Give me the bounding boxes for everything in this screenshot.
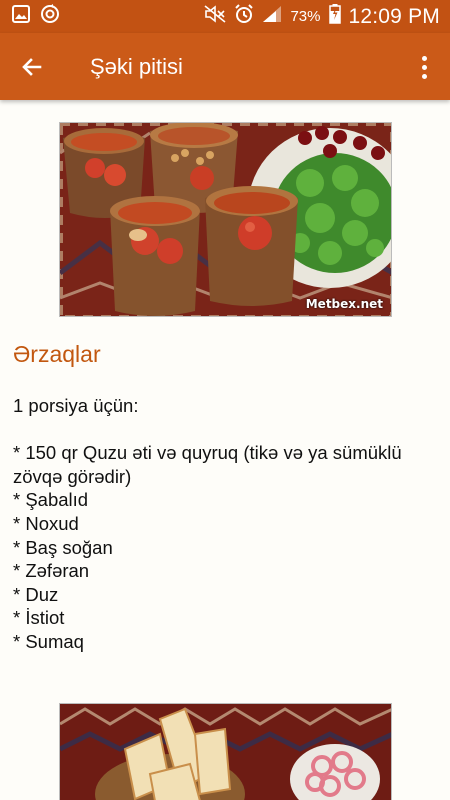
- ingredients-heading: Ərzaqlar: [13, 341, 101, 367]
- recipe-photo-2: [59, 703, 392, 800]
- ingredients-list: 1 porsiya üçün: * 150 qr Quzu əti və quy…: [13, 394, 443, 654]
- arrow-left-icon: [22, 58, 42, 76]
- gallery-icon: [12, 5, 30, 28]
- alarm-icon: [234, 4, 254, 29]
- battery-charging-icon: [328, 4, 341, 29]
- clock: 12:09 PM: [348, 4, 440, 28]
- more-vert-icon: [421, 55, 427, 61]
- mute-icon: [204, 5, 226, 28]
- signal-icon: [262, 5, 282, 28]
- app-bar: Şəki pitisi: [0, 33, 450, 100]
- back-button[interactable]: [14, 49, 50, 85]
- page-title: Şəki pitisi: [90, 54, 183, 79]
- recipe-photo: Metbex.net: [59, 122, 392, 317]
- photo-watermark: Metbex.net: [305, 297, 383, 311]
- list-item: * Şabalıd: [13, 489, 89, 511]
- list-item: * Baş soğan: [13, 536, 113, 558]
- list-item: * Duz: [13, 583, 59, 605]
- list-item: * İstiot: [13, 607, 65, 629]
- list-item: * Noxud: [13, 512, 79, 534]
- sync-icon: [40, 4, 60, 29]
- list-item: * Sumaq: [13, 630, 84, 652]
- portion-text: 1 porsiya üçün:: [13, 395, 139, 416]
- battery-percent: 73%: [290, 8, 321, 25]
- overflow-menu-button[interactable]: [412, 49, 436, 85]
- list-item: * 150 qr Quzu əti və quyruq (tikə və ya …: [13, 442, 402, 464]
- status-bar: 73% 12:09 PM: [0, 0, 450, 33]
- list-item: * Zəfəran: [13, 560, 90, 582]
- list-item-continuation: zövqə görədir): [13, 465, 132, 487]
